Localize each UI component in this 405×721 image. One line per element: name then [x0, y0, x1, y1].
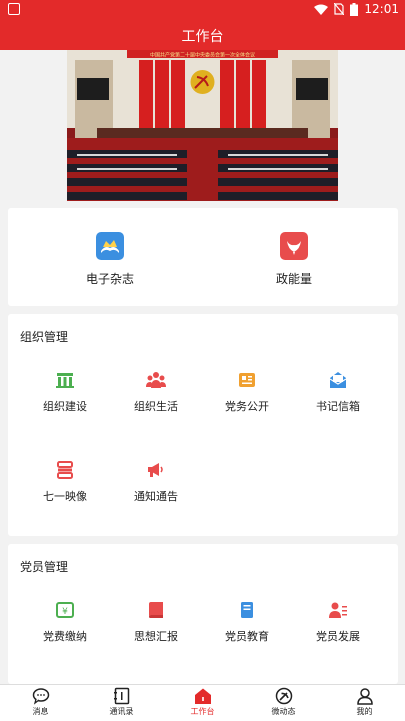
quick-links-card: 电子杂志 政能量 — [8, 208, 398, 306]
tab-label: 通讯录 — [109, 707, 134, 716]
section-title: 党员管理 — [20, 560, 69, 574]
battery-icon — [350, 2, 359, 16]
org-item-life[interactable]: 组织生活 — [111, 370, 201, 414]
secretary-mailbox-icon — [329, 372, 347, 388]
banner-image[interactable]: 中国共产党第二十届中央委员会第一次全体会议 — [67, 50, 338, 201]
app-bar: 工作台 — [0, 20, 405, 50]
quick-link-energy[interactable]: 政能量 — [234, 232, 354, 287]
org-item-mailbox[interactable]: 书记信箱 — [293, 370, 383, 414]
energy-icon — [280, 232, 308, 260]
image-notification-icon — [8, 3, 20, 15]
member-item-development[interactable]: 党员发展 — [293, 600, 383, 644]
tab-workbench[interactable]: 工作台 — [162, 687, 243, 717]
member-item-party-fee[interactable]: ¥ 党费缴纳 — [20, 600, 110, 644]
member-development-icon — [329, 602, 347, 618]
tab-label: 消息 — [32, 707, 49, 716]
svg-text:¥: ¥ — [62, 607, 68, 617]
member-item-label: 党费缴纳 — [43, 630, 87, 643]
workbench-icon — [194, 688, 211, 704]
message-icon — [32, 688, 49, 705]
org-item-label: 党务公开 — [225, 400, 269, 413]
quick-link-magazine[interactable]: 电子杂志 — [50, 232, 170, 287]
wifi-icon — [314, 4, 329, 15]
tab-dynamics[interactable]: 微动态 — [243, 687, 324, 717]
org-item-july-first[interactable]: 七一映像 — [20, 460, 110, 504]
tab-label: 微动态 — [271, 707, 296, 716]
org-item-label: 通知通告 — [134, 490, 178, 503]
party-emblem-icon — [275, 687, 292, 705]
contacts-icon — [113, 687, 129, 705]
org-item-party-affairs[interactable]: 党务公开 — [202, 370, 292, 414]
org-item-label: 组织生活 — [134, 400, 178, 413]
org-item-label: 七一映像 — [43, 490, 87, 503]
org-item-label: 书记信箱 — [316, 400, 360, 413]
member-item-education[interactable]: 党员教育 — [202, 600, 292, 644]
member-item-label: 党员教育 — [225, 630, 269, 643]
tab-mine[interactable]: 我的 — [324, 687, 405, 717]
quick-link-label: 政能量 — [275, 272, 312, 286]
org-item-building[interactable]: 组织建设 — [20, 370, 110, 414]
section-title: 组织管理 — [20, 330, 69, 344]
org-management-card: 组织管理 组织建设 组织生活 党务公开 书记信箱 七一映像 通知通告 — [8, 314, 398, 536]
tab-label: 工作台 — [190, 707, 215, 716]
tab-contacts[interactable]: 通讯录 — [81, 687, 162, 717]
meeting-photo: 中国共产党第二十届中央委员会第一次全体会议 — [67, 50, 338, 201]
organization-building-icon — [56, 373, 74, 388]
member-item-thought-report[interactable]: 思想汇报 — [111, 600, 201, 644]
org-item-notice[interactable]: 通知通告 — [111, 460, 201, 504]
member-management-card: 党员管理 ¥ 党费缴纳 思想汇报 党员教育 党员发展 — [8, 544, 398, 684]
organization-life-icon — [146, 372, 166, 388]
member-item-label: 思想汇报 — [134, 630, 178, 643]
party-affairs-icon — [239, 373, 255, 387]
tab-messages[interactable]: 消息 — [0, 687, 81, 717]
user-icon — [356, 688, 373, 705]
magazine-icon — [96, 232, 124, 260]
thought-report-icon — [149, 602, 163, 618]
member-education-icon — [241, 602, 253, 618]
page-title: 工作台 — [181, 29, 224, 45]
tab-label: 我的 — [356, 707, 373, 716]
banner-headline: 中国共产党第二十届中央委员会第一次全体会议 — [150, 52, 255, 59]
no-sim-icon — [334, 3, 345, 15]
bottom-tab-bar: 消息 通讯录 工作台 微动态 我的 — [0, 684, 405, 721]
clock: 12:01 — [364, 2, 399, 16]
party-fee-icon: ¥ — [56, 602, 74, 618]
july-first-image-icon — [57, 461, 73, 479]
quick-link-label: 电子杂志 — [85, 272, 134, 286]
org-item-label: 组织建设 — [43, 400, 87, 413]
notice-icon — [148, 463, 163, 477]
member-item-label: 党员发展 — [316, 630, 360, 643]
status-bar: 12:01 — [0, 0, 405, 20]
